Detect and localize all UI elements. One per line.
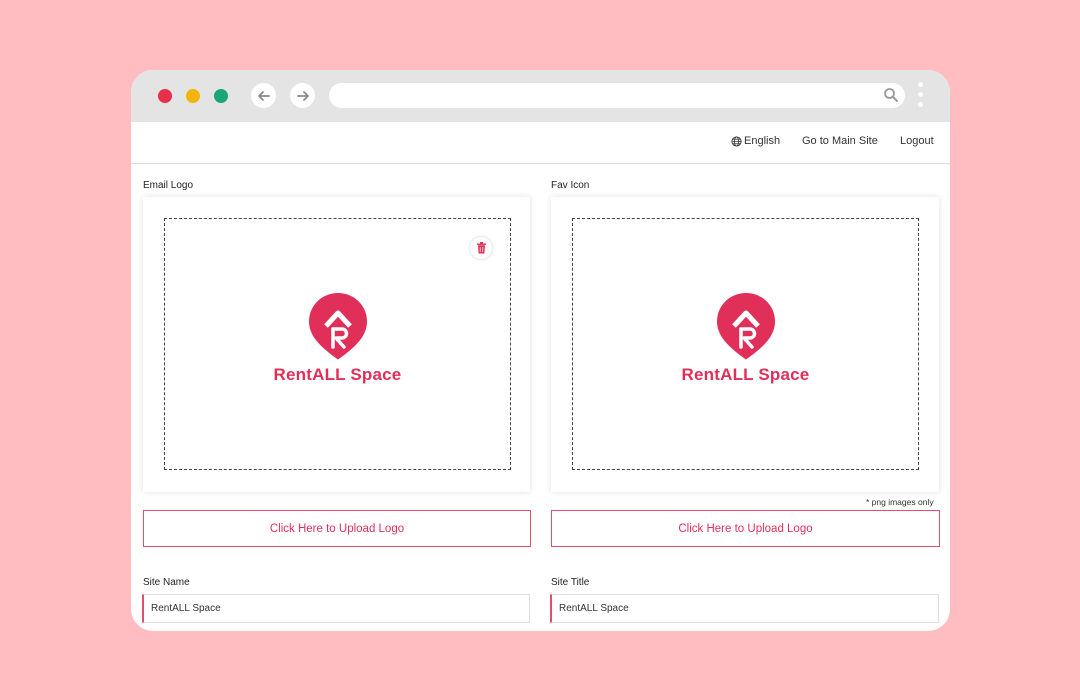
maximize-window-dot[interactable]: [214, 89, 228, 103]
site-title-field[interactable]: RentALL Space: [550, 594, 939, 623]
email-logo-brand-text: RentALL Space: [273, 365, 402, 384]
site-name-label: Site Name: [143, 577, 190, 588]
browser-chrome: [131, 70, 950, 122]
forward-arrow-icon: [296, 90, 309, 101]
forward-button[interactable]: [290, 83, 315, 108]
back-arrow-icon: [257, 90, 270, 101]
site-title-label: Site Title: [551, 577, 590, 588]
fav-icon-label: Fav Icon: [551, 180, 590, 191]
fav-icon-brand-text: RentALL Space: [681, 365, 810, 384]
site-name-field[interactable]: RentALL Space: [142, 594, 530, 623]
fav-icon-dropzone[interactable]: RentALL Space: [572, 218, 919, 470]
email-logo-label: Email Logo: [143, 180, 194, 191]
fav-icon-card: RentALL Space: [551, 197, 939, 492]
address-bar[interactable]: [329, 83, 905, 108]
location-pin-logo: [308, 293, 367, 360]
email-logo-image: RentALL Space: [165, 291, 510, 385]
admin-top-bar: English Go to Main Site Logout: [131, 122, 950, 164]
fav-icon-upload-button[interactable]: Click Here to Upload Logo: [551, 510, 940, 547]
language-label: English: [744, 135, 781, 147]
close-window-dot[interactable]: [158, 89, 172, 103]
logout-link[interactable]: Logout: [900, 135, 934, 147]
minimize-window-dot[interactable]: [186, 89, 200, 103]
menu-kebab-icon[interactable]: [916, 82, 924, 110]
globe-icon: [731, 135, 742, 147]
language-selector[interactable]: English: [731, 135, 780, 147]
browser-window: English Go to Main Site Logout Email Log…: [131, 70, 950, 631]
email-logo-upload-button[interactable]: Click Here to Upload Logo: [143, 510, 531, 547]
email-logo-card: RentALL Space: [143, 197, 530, 492]
search-icon[interactable]: [883, 87, 899, 103]
back-button[interactable]: [251, 83, 276, 108]
email-logo-dropzone[interactable]: RentALL Space: [164, 218, 511, 470]
location-pin-logo: [716, 293, 775, 360]
fav-icon-image: RentALL Space: [573, 291, 918, 385]
go-to-main-site-link[interactable]: Go to Main Site: [802, 135, 878, 147]
png-only-note: * png images only: [866, 497, 934, 507]
trash-icon[interactable]: [470, 237, 492, 259]
